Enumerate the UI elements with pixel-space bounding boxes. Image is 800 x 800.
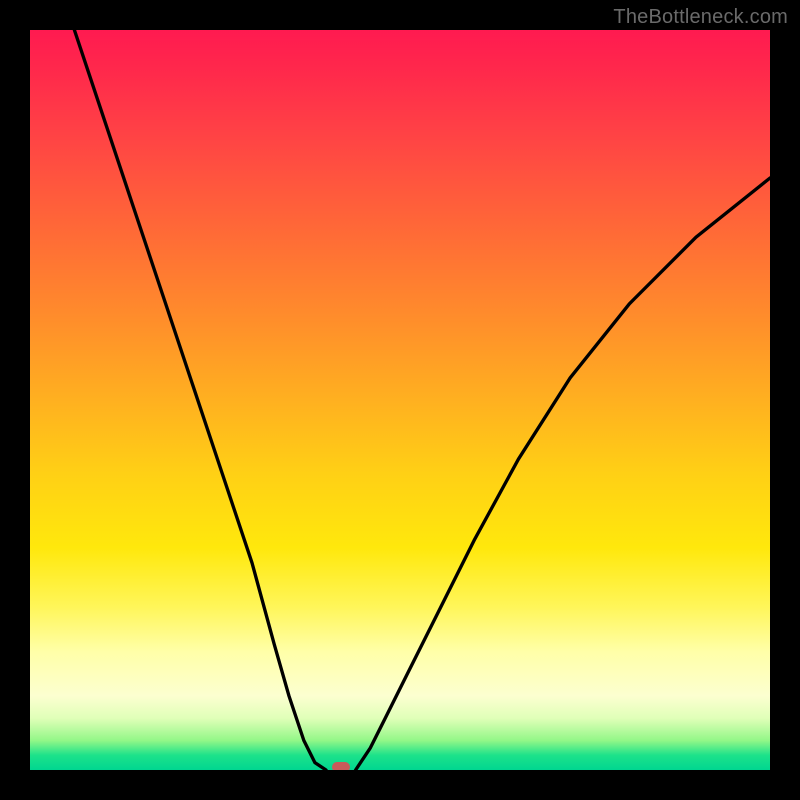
bottleneck-curve <box>30 30 770 770</box>
chart-frame: TheBottleneck.com <box>0 0 800 800</box>
minimum-marker <box>332 762 350 770</box>
curve-left-branch <box>74 30 326 770</box>
plot-area <box>30 30 770 770</box>
curve-right-branch <box>356 178 770 770</box>
watermark-text: TheBottleneck.com <box>613 6 788 29</box>
